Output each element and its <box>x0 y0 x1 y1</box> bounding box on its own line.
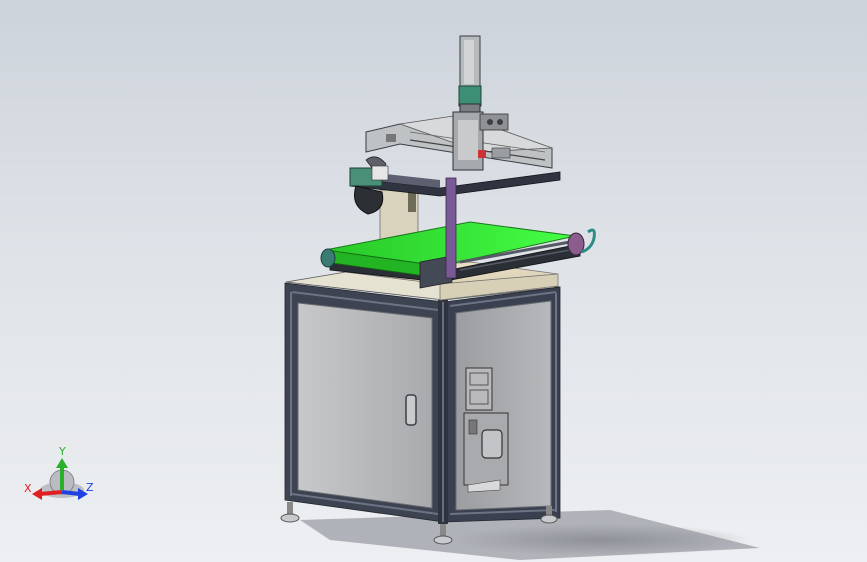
x-axis-arrow <box>39 490 63 496</box>
motor-end-roller <box>567 232 585 256</box>
y-axis-label: Y <box>58 445 66 458</box>
model-canvas[interactable]: Y X Z <box>0 0 867 562</box>
left-roller <box>320 248 336 268</box>
view-orientation-triad[interactable]: Y X Z <box>24 445 94 500</box>
z-axis-label: Z <box>86 481 94 494</box>
x-axis-label: X <box>24 482 32 495</box>
z-axis-motor <box>458 85 482 107</box>
z-axis-arrow <box>61 490 81 496</box>
door-handle[interactable] <box>405 394 417 426</box>
cad-graphics-area[interactable]: Y X Z <box>0 0 867 562</box>
gantry-side-post <box>706 180 722 292</box>
vertical-link <box>445 177 457 279</box>
cabinet[interactable] <box>284 271 561 524</box>
